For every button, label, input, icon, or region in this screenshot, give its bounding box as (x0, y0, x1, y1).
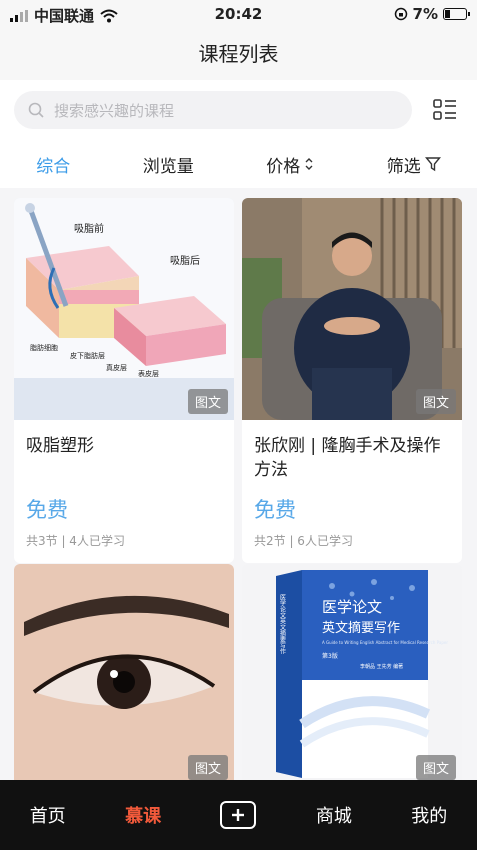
course-meta: 共3节 | 4人已学习 (26, 534, 125, 548)
book-english-title: A Guide to Writing English Abstract for … (322, 640, 448, 645)
type-badge: 图文 (415, 389, 456, 414)
type-badge: 图文 (415, 755, 456, 780)
page-title: 课程列表 (0, 30, 477, 80)
label-subcutaneous: 皮下脂肪层 (70, 351, 105, 360)
plus-icon (232, 809, 245, 821)
filter-funnel-icon (424, 157, 441, 172)
course-card-liposuction[interactable]: 吸脂前 吸脂后 脂肪细胞 皮下脂肪层 真皮层 表皮层 图文 吸脂塑形 免费 共3… (14, 198, 234, 563)
course-price: 免费 (26, 498, 68, 522)
label-dermis: 真皮层 (106, 363, 127, 372)
filter-label: 筛选 (386, 156, 421, 177)
lecturer-photo (242, 198, 462, 420)
course-card-book[interactable]: 医学论文 英文摘要写作 A Guide to Writing English A… (242, 564, 462, 786)
tab-mall[interactable]: 商城 (316, 802, 352, 828)
tab-mooc[interactable]: 慕课 (125, 802, 161, 828)
add-button[interactable] (220, 801, 257, 829)
filter-tab-price[interactable]: 价格 (266, 152, 314, 177)
status-right: 7% (394, 5, 470, 23)
label-fat-cells: 脂肪细胞 (30, 343, 58, 352)
book-title-line1: 医学论文 (322, 598, 382, 616)
course-meta: 共2节 | 6人已学习 (254, 534, 353, 548)
orientation-lock-icon (394, 7, 407, 21)
course-thumbnail: 图文 (14, 564, 234, 786)
label-before: 吸脂前 (74, 222, 104, 235)
sort-icon (305, 158, 313, 170)
course-thumbnail: 医学论文 英文摘要写作 A Guide to Writing English A… (242, 564, 462, 786)
filter-label: 浏览量 (142, 156, 194, 177)
book-edition: 第3版 (322, 652, 338, 660)
book-spine-text: 医学论文英文摘要写作 (279, 594, 286, 655)
filter-tab-filter[interactable]: 筛选 (387, 152, 441, 177)
book-cover: 医学论文 英文摘要写作 A Guide to Writing English A… (242, 564, 462, 786)
course-title: 吸脂塑形 (26, 436, 94, 456)
book-authors: 李朝品 王先芳 编著 (360, 663, 403, 670)
battery-icon (443, 8, 470, 20)
filter-label: 价格 (266, 156, 301, 177)
search-row: 搜索感兴趣的课程 (0, 80, 477, 140)
filter-bar: 综合 浏览量 价格 筛选 (0, 140, 477, 188)
course-card-breast-surgery[interactable]: 图文 张欣刚 | 隆胸手术及操作方法 免费 共2节 | 6人已学习 (242, 198, 462, 563)
type-badge: 图文 (187, 389, 228, 414)
search-input[interactable]: 搜索感兴趣的课程 (14, 91, 412, 129)
filter-tab-comprehensive[interactable]: 综合 (36, 152, 70, 177)
tab-mine[interactable]: 我的 (411, 802, 447, 828)
battery-percent: 7% (412, 5, 438, 23)
course-thumbnail: 图文 (242, 198, 462, 420)
tab-home[interactable]: 首页 (30, 802, 66, 828)
list-view-icon[interactable] (433, 98, 457, 122)
status-bar: 中国联通 20:42 7% (0, 0, 477, 30)
type-badge: 图文 (187, 755, 228, 780)
filter-tab-views[interactable]: 浏览量 (143, 152, 194, 177)
course-thumbnail: 吸脂前 吸脂后 脂肪细胞 皮下脂肪层 真皮层 表皮层 图文 (14, 198, 234, 420)
course-card-eye[interactable]: 图文 (14, 564, 234, 786)
label-after: 吸脂后 (170, 254, 200, 267)
search-placeholder: 搜索感兴趣的课程 (54, 101, 175, 120)
label-epidermis: 表皮层 (138, 369, 159, 378)
book-title-line2: 英文摘要写作 (322, 620, 400, 636)
eye-photo (14, 564, 234, 786)
liposuction-diagram: 吸脂前 吸脂后 脂肪细胞 皮下脂肪层 真皮层 表皮层 (14, 198, 234, 420)
filter-label: 综合 (36, 156, 71, 177)
course-price: 免费 (254, 498, 296, 522)
bottom-tab-bar: 首页 慕课 商城 我的 (0, 780, 477, 850)
search-icon (28, 102, 44, 118)
course-title: 张欣刚 | 隆胸手术及操作方法 (254, 436, 441, 480)
